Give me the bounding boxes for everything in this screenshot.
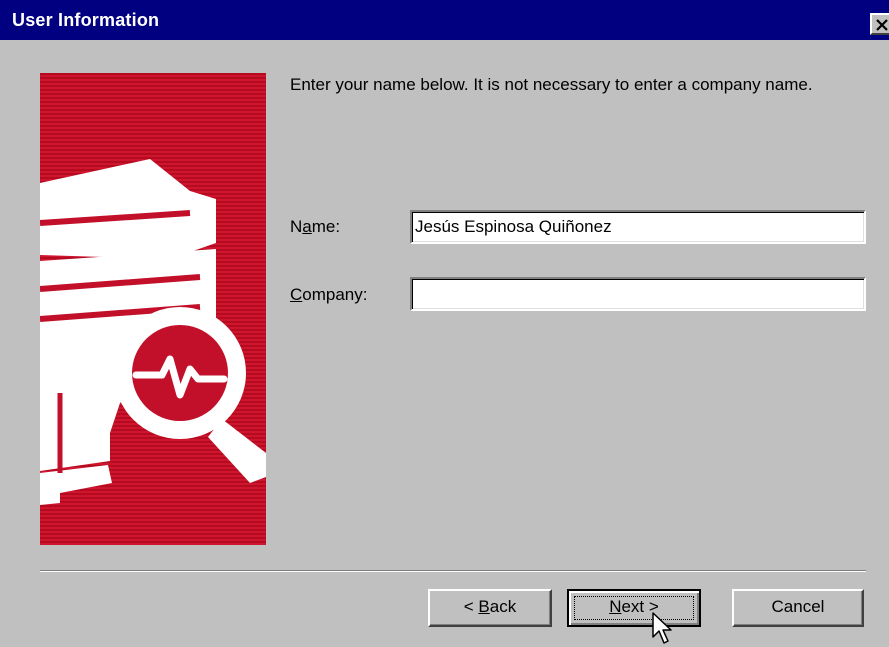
server-diagnostic-magnifier-icon bbox=[40, 159, 266, 505]
back-button[interactable]: < Back bbox=[428, 589, 552, 627]
company-input[interactable] bbox=[414, 281, 861, 307]
close-x-icon bbox=[876, 19, 888, 31]
window-title: User Information bbox=[12, 10, 160, 30]
next-button[interactable]: Next > bbox=[567, 589, 701, 627]
name-label: Name: bbox=[290, 217, 341, 236]
name-field[interactable] bbox=[410, 210, 866, 244]
button-separator bbox=[40, 570, 866, 572]
close-button[interactable] bbox=[870, 13, 889, 35]
instruction-text: Enter your name below. It is not necessa… bbox=[290, 75, 813, 94]
cancel-button[interactable]: Cancel bbox=[732, 589, 864, 627]
company-field[interactable] bbox=[410, 277, 866, 311]
company-label: Company: bbox=[290, 285, 368, 304]
name-input[interactable] bbox=[414, 214, 861, 240]
title-bar[interactable]: User Information bbox=[0, 0, 889, 40]
wizard-banner-image bbox=[40, 73, 266, 545]
mouse-pointer-icon bbox=[652, 612, 672, 644]
dialog-window: User Information Enter your name below. … bbox=[0, 0, 889, 647]
